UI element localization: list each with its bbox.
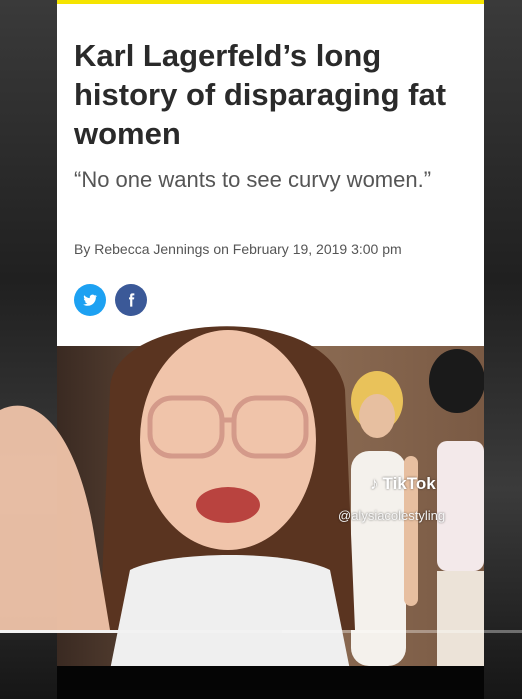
article-screenshot: Karl Lagerfeld’s long history of dispara… xyxy=(57,0,484,346)
byline-prefix: By xyxy=(74,241,91,257)
tiktok-watermark: ♪ TikTok xyxy=(370,474,436,494)
publish-date: February 19, 2019 3:00 pm xyxy=(232,241,402,257)
article-subhead: “No one wants to see curvy women.” xyxy=(74,167,432,192)
tiktok-logo-icon: ♪ xyxy=(370,474,379,493)
author-link[interactable]: Rebecca Jennings xyxy=(94,241,209,257)
article-headline: Karl Lagerfeld’s long history of dispara… xyxy=(74,38,447,151)
creator-handle: @alysiacolestyling xyxy=(338,508,446,523)
video-progress-fill xyxy=(0,630,282,633)
byline-mid: on xyxy=(213,241,229,257)
presenter-image xyxy=(0,326,355,670)
tiktok-brand: TikTok xyxy=(382,474,436,493)
byline: By Rebecca Jennings on February 19, 2019… xyxy=(74,241,402,257)
bottom-black-bar xyxy=(57,666,484,699)
